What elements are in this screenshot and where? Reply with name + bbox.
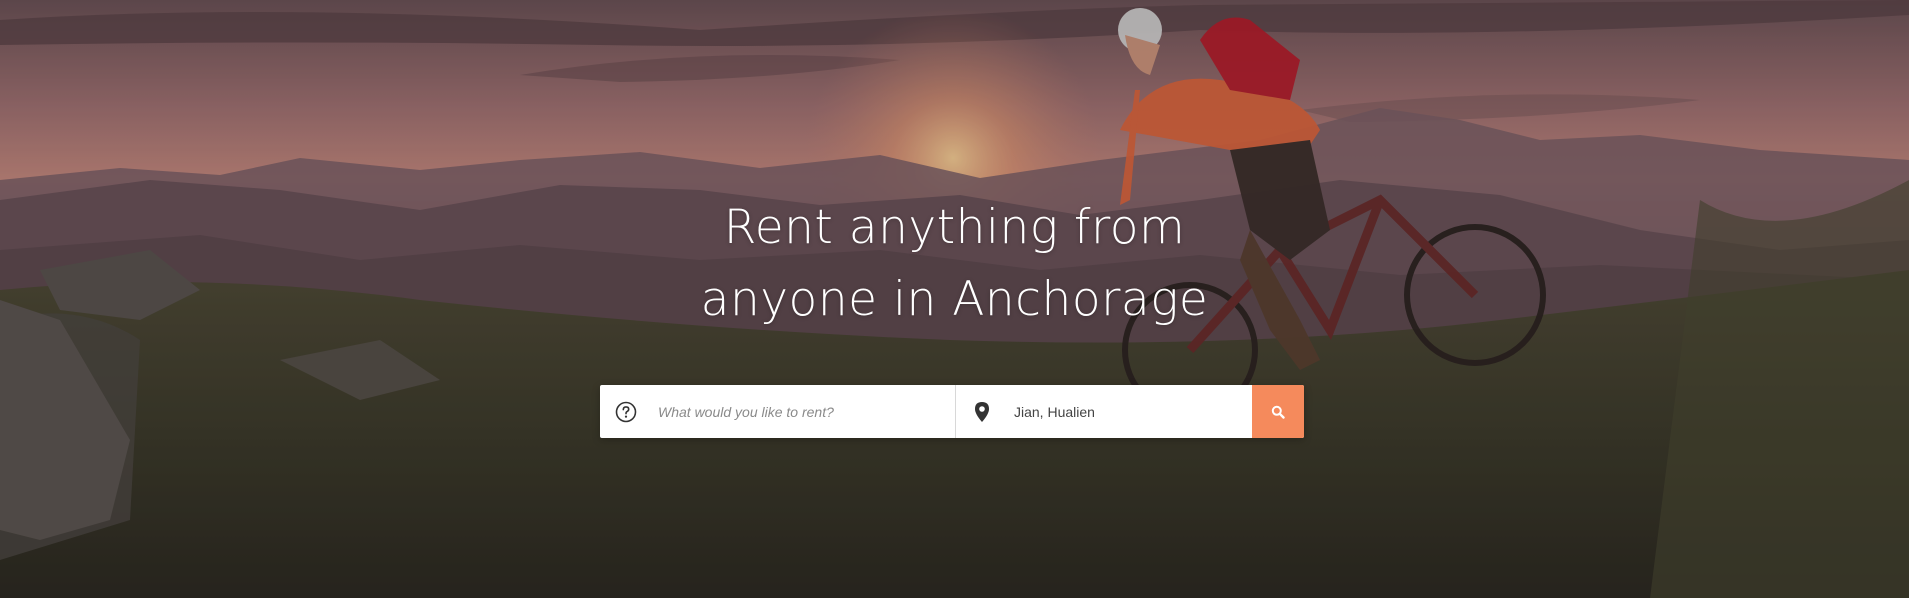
headline-line-2: anyone in Anchorage bbox=[700, 272, 1209, 327]
where-input[interactable] bbox=[1012, 402, 1236, 421]
hero-headline: Rent anything from anyone in Anchorage bbox=[0, 192, 1909, 336]
what-input[interactable] bbox=[656, 402, 930, 421]
search-icon bbox=[1271, 405, 1285, 419]
map-pin-icon bbox=[970, 400, 994, 424]
headline-line-1: Rent anything from bbox=[723, 200, 1186, 255]
search-button[interactable] bbox=[1252, 385, 1304, 438]
search-bar bbox=[600, 385, 1304, 438]
what-field bbox=[600, 385, 956, 438]
question-circle-icon bbox=[614, 400, 638, 424]
hero-section: Rent anything from anyone in Anchorage bbox=[0, 0, 1909, 598]
where-field bbox=[956, 385, 1252, 438]
